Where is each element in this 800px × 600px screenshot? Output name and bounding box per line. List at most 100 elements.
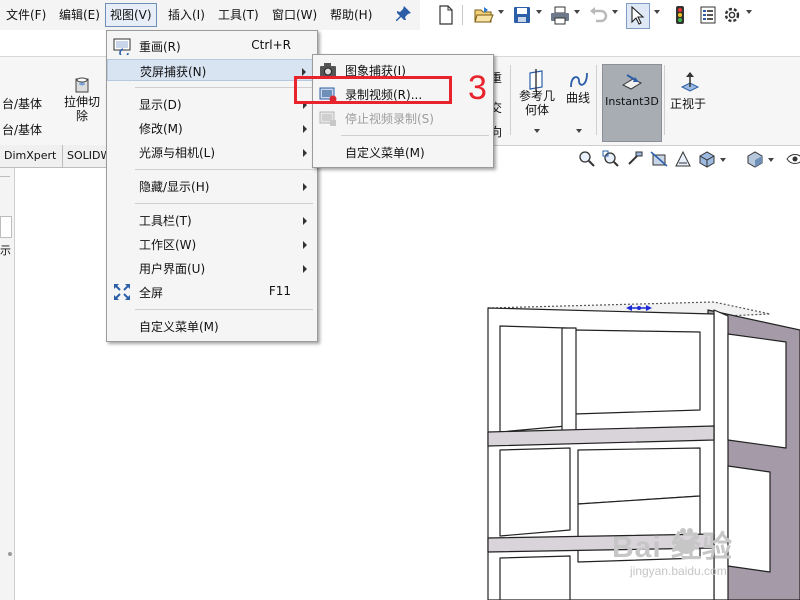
stop-recording-icon [319, 111, 336, 126]
menu-item-label: 荧屏捕获(N) [140, 65, 207, 79]
undo-icon[interactable] [588, 5, 608, 25]
menu-item-modify[interactable]: 修改(M) [107, 117, 317, 139]
traffic-light-icon[interactable] [670, 5, 690, 25]
menu-item-label: 全屏 [139, 286, 164, 300]
menu-edit[interactable]: 编辑(E) [55, 4, 104, 26]
submenu-arrow-icon [302, 68, 306, 76]
print-icon[interactable] [550, 5, 570, 25]
zoom-to-fit-icon[interactable] [578, 150, 596, 168]
extruded-cut-icon[interactable] [72, 75, 92, 95]
reference-geometry-icon[interactable] [526, 69, 548, 91]
submenu-item-label: 停止视频录制(S) [345, 112, 434, 126]
menu-item-label: 隐藏/显示(H) [139, 180, 210, 194]
menu-help[interactable]: 帮助(H) [326, 4, 376, 26]
view-orientation-dropdown-arrow[interactable] [720, 158, 726, 162]
menu-item-workspace[interactable]: 工作区(W) [107, 233, 317, 255]
extruded-boss-label[interactable]: 台/基体 [2, 95, 42, 112]
annotation-highlight-box [294, 76, 452, 104]
view-orientation-icon[interactable] [698, 150, 716, 168]
print-dropdown-arrow[interactable] [574, 10, 580, 14]
menu-item-screen-capture[interactable]: 荧屏捕获(N) [107, 59, 317, 81]
undo-dropdown-arrow[interactable] [612, 10, 618, 14]
file-properties-icon[interactable] [698, 5, 718, 25]
select-cursor-icon [631, 6, 645, 25]
menu-item-shortcut: Ctrl+R [251, 38, 291, 52]
select-dropdown-arrow[interactable] [654, 10, 660, 14]
feature-manager-panel: 示 [0, 168, 15, 600]
menu-item-display[interactable]: 显示(D) [107, 93, 317, 115]
toolbar-separator [462, 5, 463, 25]
curves-dropdown-arrow[interactable] [576, 129, 582, 133]
menu-item-customize-menu[interactable]: 自定义菜单(M) [107, 315, 317, 337]
menu-item-label: 工具栏(T) [139, 214, 192, 228]
new-document-icon[interactable] [436, 5, 456, 25]
curves-label[interactable]: 曲线 [566, 89, 590, 106]
submenu-item-label: 自定义菜单(M) [345, 146, 425, 160]
previous-view-icon[interactable] [626, 150, 644, 168]
redraw-icon [113, 38, 131, 55]
save-icon[interactable] [512, 5, 532, 25]
display-style-icon[interactable] [746, 150, 764, 168]
panel-dot [8, 552, 12, 556]
submenu-item-stop-recording: 停止视频录制(S) [313, 107, 493, 129]
menu-bar: 文件(F) 编辑(E) 视图(V) 插入(I) 工具(T) 窗口(W) 帮助(H… [0, 0, 420, 30]
tab-dimxpert[interactable]: DimXpert [0, 145, 63, 167]
submenu-arrow-icon [303, 265, 307, 273]
revolved-boss-label[interactable]: 台/基体 [2, 121, 42, 138]
normal-to-icon[interactable] [680, 71, 700, 93]
zoom-to-area-icon[interactable] [602, 150, 620, 168]
watermark-brand: Bai 经验 [612, 531, 734, 564]
panel-control[interactable] [0, 216, 12, 238]
pin-icon[interactable] [396, 6, 412, 22]
display-style-dropdown-arrow[interactable] [768, 158, 774, 162]
menu-separator [341, 135, 489, 136]
menu-item-label: 自定义菜单(M) [139, 320, 219, 334]
hide-show-items-icon[interactable] [786, 150, 800, 168]
view-menu-dropdown: 重画(R) Ctrl+R 荧屏捕获(N) 显示(D) 修改(M) 光源与相机(L… [106, 30, 318, 342]
menu-insert[interactable]: 插入(I) [164, 4, 209, 26]
curves-icon[interactable] [568, 69, 590, 91]
menu-item-user-interface[interactable]: 用户界面(U) [107, 257, 317, 279]
instant3d-icon [621, 74, 643, 90]
submenu-arrow-icon [303, 125, 307, 133]
panel-divider [0, 176, 10, 177]
menu-item-toolbars[interactable]: 工具栏(T) [107, 209, 317, 231]
submenu-item-customize-menu[interactable]: 自定义菜单(M) [313, 141, 493, 163]
menu-separator [135, 87, 313, 88]
menu-separator [135, 169, 313, 170]
menu-item-lights-cameras[interactable]: 光源与相机(L) [107, 141, 317, 163]
menu-item-redraw[interactable]: 重画(R) Ctrl+R [107, 35, 317, 57]
menu-file[interactable]: 文件(F) [2, 4, 50, 26]
instant3d-label: Instant3D [605, 95, 659, 108]
fullscreen-icon [114, 284, 130, 300]
menu-separator [135, 309, 313, 310]
menu-item-fullscreen[interactable]: 全屏 F11 [107, 281, 317, 303]
submenu-arrow-icon [303, 183, 307, 191]
normal-to-label[interactable]: 正视于 [670, 95, 706, 112]
menu-item-shortcut: F11 [268, 284, 291, 298]
open-icon[interactable] [474, 5, 494, 25]
menu-item-label: 光源与相机(L) [139, 146, 216, 160]
extruded-cut-label[interactable]: 拉伸切除 [60, 95, 104, 123]
menu-separator [135, 203, 313, 204]
options-dropdown-arrow[interactable] [746, 10, 752, 14]
menu-item-label: 重画(R) [139, 40, 181, 54]
submenu-arrow-icon [303, 217, 307, 225]
ribbon-separator [510, 65, 511, 135]
options-gear-icon[interactable] [722, 5, 742, 25]
menu-item-hide-show[interactable]: 隐藏/显示(H) [107, 175, 317, 197]
dynamic-annotation-icon[interactable] [674, 150, 692, 168]
reference-geometry-label[interactable]: 参考几何体 [514, 89, 560, 117]
save-dropdown-arrow[interactable] [536, 10, 542, 14]
select-tool-frame[interactable] [626, 3, 650, 29]
reference-geometry-dropdown-arrow[interactable] [534, 129, 540, 133]
menu-tools[interactable]: 工具(T) [214, 4, 263, 26]
open-dropdown-arrow[interactable] [498, 10, 504, 14]
instant3d-button[interactable]: Instant3D [602, 64, 662, 142]
screen-capture-submenu: 图象捕获(I) 录制视频(R)... 停止视频录制(S) 自定义菜单(M) [312, 54, 494, 168]
annotation-step-number: 3 [468, 69, 487, 107]
menu-view[interactable]: 视图(V) [105, 3, 157, 27]
section-view-icon[interactable] [650, 150, 668, 168]
heads-up-view-toolbar [574, 146, 800, 172]
menu-window[interactable]: 窗口(W) [268, 4, 321, 26]
